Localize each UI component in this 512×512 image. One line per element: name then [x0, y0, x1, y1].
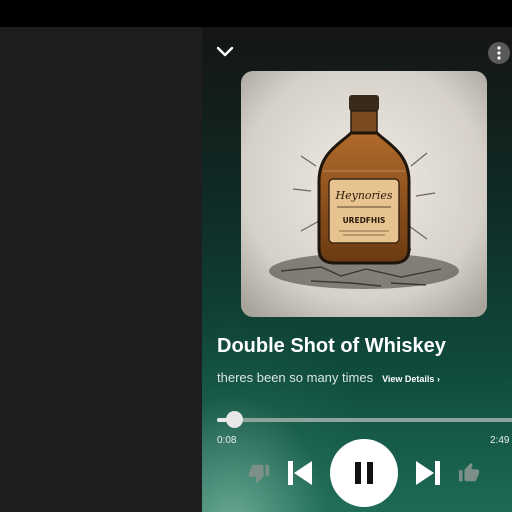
whiskey-bottle-artwork: Heynories UREDFHIS	[241, 71, 487, 317]
view-details-link[interactable]: View Details ›	[382, 374, 440, 384]
more-options-button[interactable]	[488, 42, 510, 64]
chevron-down-icon	[216, 46, 234, 57]
progress-thumb[interactable]	[226, 411, 243, 428]
svg-text:UREDFHIS: UREDFHIS	[343, 216, 386, 225]
current-time: 0:08	[217, 435, 237, 446]
dislike-button[interactable]	[248, 462, 270, 484]
skip-previous-icon	[288, 461, 312, 485]
now-playing-panel: Heynories UREDFHIS Double Shot of Whiske…	[202, 27, 512, 512]
like-button[interactable]	[458, 462, 480, 484]
track-subtitle-row: theres been so many times View Details ›	[217, 370, 440, 385]
track-title: Double Shot of Whiskey	[217, 335, 446, 357]
total-time: 2:49	[490, 435, 510, 446]
pause-button[interactable]	[330, 439, 398, 507]
album-cover: Heynories UREDFHIS	[241, 71, 487, 317]
pause-icon	[355, 462, 373, 484]
next-button[interactable]	[414, 459, 442, 487]
previous-button[interactable]	[286, 459, 314, 487]
progress-bar[interactable]	[217, 418, 512, 422]
more-vertical-icon	[497, 46, 501, 60]
collapse-button[interactable]	[214, 41, 236, 63]
top-bar	[0, 0, 512, 27]
thumbs-up-icon	[458, 462, 480, 482]
left-pane	[0, 27, 202, 512]
thumbs-down-icon	[248, 464, 270, 484]
skip-next-icon	[416, 461, 440, 485]
track-subtitle: theres been so many times	[217, 370, 374, 385]
svg-text:Heynories: Heynories	[335, 189, 393, 202]
